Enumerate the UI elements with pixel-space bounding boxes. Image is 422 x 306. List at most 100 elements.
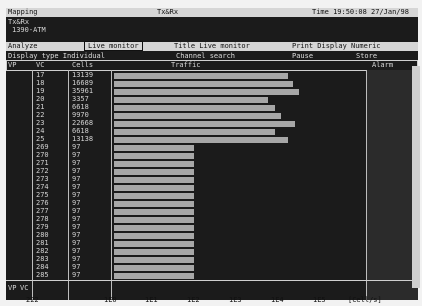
- traffic-bar: [114, 209, 194, 215]
- row-vc: 277: [36, 207, 49, 215]
- row-vc: 282: [36, 247, 49, 255]
- row-cells: 97: [72, 151, 81, 159]
- row-vc: 274: [36, 183, 49, 191]
- row-cells: 97: [72, 191, 81, 199]
- row-vc: 20: [36, 95, 45, 103]
- row-vc: 284: [36, 263, 49, 271]
- traffic-bar: [114, 153, 194, 159]
- traffic-bar: [114, 137, 288, 143]
- traffic-bar: [114, 129, 275, 135]
- traffic-bar: [114, 217, 194, 223]
- row-cells: 97: [72, 231, 81, 239]
- row-vc: 278: [36, 215, 49, 223]
- row-vc: 281: [36, 239, 49, 247]
- row-cells: 6618: [72, 103, 89, 111]
- row-vc: 21: [36, 103, 45, 111]
- row-cells: 97: [72, 175, 81, 183]
- row-cells: 97: [72, 183, 81, 191]
- row-cells: 97: [72, 215, 81, 223]
- menu-live-monitor[interactable]: Live monitor: [84, 41, 143, 51]
- separator-cells: [111, 70, 112, 300]
- row-cells: 97: [72, 207, 81, 215]
- traffic-bar: [114, 225, 194, 231]
- row-cells: 97: [72, 143, 81, 151]
- traffic-bar: [114, 89, 299, 95]
- tick-label: 1E5: [313, 296, 326, 304]
- tick-label: 1E3: [229, 296, 242, 304]
- traffic-bar: [114, 193, 194, 199]
- traffic-bar: [114, 121, 295, 127]
- traffic-bar: [114, 113, 281, 119]
- clock: Time 19:50:08 27/Jan/98: [312, 8, 409, 16]
- menu-print-display[interactable]: Print Display Numeric: [292, 42, 381, 50]
- row-vc: 283: [36, 255, 49, 263]
- row-cells: 97: [72, 167, 81, 175]
- separator-vp: [32, 70, 33, 300]
- title-left: Mapping: [8, 8, 38, 16]
- row-vc: 24: [36, 127, 45, 135]
- traffic-bar: [114, 273, 194, 279]
- row-cells: 9970: [72, 111, 89, 119]
- col-vp: VP: [8, 61, 17, 69]
- alarm-area: [367, 70, 418, 300]
- subtitle-1: Tx&Rx: [8, 18, 30, 26]
- tick-label: 222: [26, 296, 39, 304]
- row-vc: 25: [36, 135, 45, 143]
- tick-label: 1E2: [187, 296, 200, 304]
- row-vc: 270: [36, 151, 49, 159]
- row-vc: 22: [36, 111, 45, 119]
- row-vc: 18: [36, 79, 45, 87]
- traffic-bar: [114, 257, 194, 263]
- tick-label: 1E0: [104, 296, 117, 304]
- traffic-bar: [114, 145, 194, 151]
- store-button[interactable]: Store: [356, 52, 377, 60]
- col-cells: Cells: [72, 61, 94, 69]
- row-vc: 269: [36, 143, 49, 151]
- traffic-bar: [114, 169, 194, 175]
- col-alarm: Alarm: [372, 61, 394, 69]
- col-vc: VC: [36, 61, 45, 69]
- traffic-bar: [114, 161, 194, 167]
- row-cells: 97: [72, 239, 81, 247]
- monitor-screen: Mapping Tx&Rx Time 19:50:08 27/Jan/98 Tx…: [6, 8, 418, 300]
- menu-analyze[interactable]: Analyze: [8, 42, 38, 50]
- traffic-bar: [114, 185, 194, 191]
- tick-label: 1E4: [271, 296, 284, 304]
- unit-label: [Cell/s]: [348, 296, 382, 304]
- row-vc: 17: [36, 71, 45, 79]
- row-cells: 97: [72, 223, 81, 231]
- row-cells: 13139: [72, 71, 94, 79]
- row-cells: 16689: [72, 79, 94, 87]
- bottom-divider: [6, 280, 418, 281]
- row-cells: 97: [72, 255, 81, 263]
- row-cells: 97: [72, 271, 81, 279]
- pause-button[interactable]: Pause: [292, 52, 313, 60]
- title-center: Tx&Rx: [157, 8, 179, 16]
- row-cells: 35961: [72, 87, 94, 95]
- row-cells: 97: [72, 263, 81, 271]
- row-vc: 279: [36, 223, 49, 231]
- subtitle-2: 1390-ATM: [12, 26, 46, 34]
- row-cells: 97: [72, 247, 81, 255]
- display-type[interactable]: Display type Individual: [8, 52, 105, 60]
- vertical-scrollbar[interactable]: [412, 66, 420, 288]
- row-vc: 280: [36, 231, 49, 239]
- traffic-bar: [114, 73, 288, 79]
- separator-vc: [68, 70, 69, 300]
- menu-title-live-monitor[interactable]: Title Live monitor: [174, 42, 250, 50]
- tick-label: 1E1: [145, 296, 158, 304]
- row-vc: 19: [36, 87, 45, 95]
- row-cells: 22668: [72, 119, 94, 127]
- channel-search[interactable]: Channel search: [176, 52, 235, 60]
- traffic-bar: [114, 265, 194, 271]
- row-vc: 285: [36, 271, 49, 279]
- traffic-bar: [114, 201, 194, 207]
- footer-vc: VC: [20, 284, 29, 292]
- row-vc: 271: [36, 159, 49, 167]
- col-traffic: Traffic: [171, 61, 201, 69]
- row-cells: 13138: [72, 135, 94, 143]
- row-cells: 97: [72, 199, 81, 207]
- row-cells: 6618: [72, 127, 89, 135]
- traffic-bar: [114, 233, 194, 239]
- traffic-bar: [114, 81, 293, 87]
